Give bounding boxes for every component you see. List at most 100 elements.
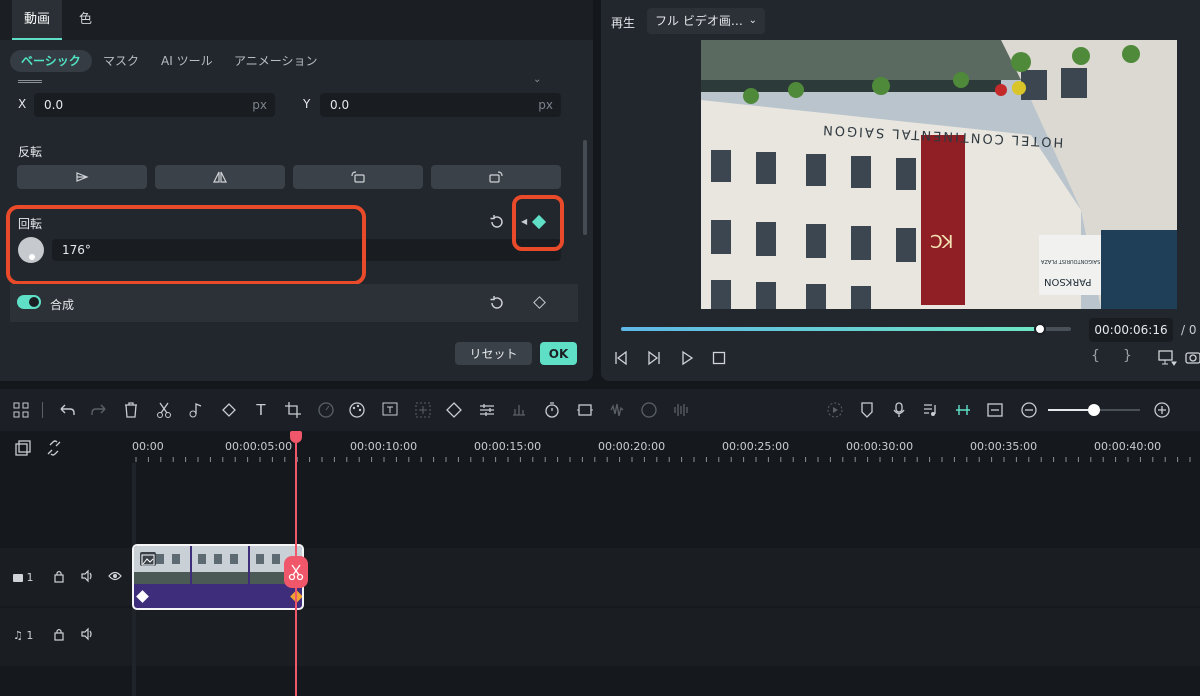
color-palette-icon[interactable] — [348, 401, 366, 419]
clip-thumbnails — [134, 546, 302, 584]
x-input[interactable]: 0.0 px — [34, 93, 275, 117]
unlink-icon[interactable] — [45, 439, 63, 457]
render-preview-icon[interactable] — [826, 401, 844, 419]
step-forward-icon[interactable] — [646, 350, 662, 366]
mark-out-icon[interactable]: } — [1123, 348, 1132, 364]
video-clip[interactable] — [132, 544, 304, 610]
mark-in-icon[interactable]: { — [1091, 348, 1100, 364]
zoom-slider-handle[interactable] — [1088, 404, 1100, 416]
flip-vertical-button[interactable] — [155, 165, 285, 189]
fit-timeline-icon[interactable] — [986, 401, 1004, 419]
ruler-label: 00:00:20:00 — [598, 440, 666, 453]
rotate-left-button[interactable] — [293, 165, 423, 189]
plaza-sign: SAIGONTOURIST PLAZA — [1041, 258, 1101, 264]
reverse-icon[interactable] — [640, 401, 658, 419]
ok-button[interactable]: OK — [540, 342, 577, 365]
video-lock-icon[interactable] — [53, 569, 65, 583]
ruler-label: 00:00:25:00 — [722, 440, 790, 453]
video-track-icon — [13, 574, 23, 582]
ruler-label: 00:00:40:00 — [1094, 440, 1162, 453]
music-list-icon[interactable] — [922, 401, 940, 419]
text-tool-icon[interactable]: T — [252, 401, 270, 419]
parkson-sign: PARKSON — [1044, 276, 1092, 287]
rotate-highlight — [6, 205, 366, 285]
audio-track-label: ♫ 1 — [13, 629, 33, 642]
x-label: X — [18, 97, 27, 111]
composite-reset-icon[interactable] — [488, 294, 506, 312]
marker-shield-icon[interactable] — [858, 401, 876, 419]
eye-icon[interactable] — [108, 570, 122, 582]
subtab-ai-tools[interactable]: AI ツール — [150, 50, 224, 72]
display-settings-icon[interactable] — [1157, 349, 1177, 367]
tag-icon[interactable] — [220, 401, 238, 419]
flip-title: 反転 — [18, 145, 43, 159]
panel-scrollbar[interactable] — [583, 140, 587, 235]
scrubber-handle[interactable] — [1033, 323, 1046, 335]
reset-button[interactable]: リセット — [455, 342, 532, 365]
snap-magnet-icon[interactable] — [954, 401, 972, 419]
snapshot-camera-icon[interactable] — [1185, 349, 1200, 365]
audio-stretch-icon[interactable] — [510, 401, 528, 419]
zoom-slider[interactable] — [1048, 404, 1140, 416]
x-unit: px — [252, 98, 267, 112]
redo-icon[interactable] — [90, 401, 108, 419]
audio-lock-icon[interactable] — [53, 627, 65, 641]
current-timecode[interactable]: 00:00:06:16 — [1089, 318, 1173, 342]
composite-toggle[interactable] — [17, 295, 41, 309]
zoom-out-icon[interactable] — [1020, 401, 1038, 419]
chevron-down-icon[interactable]: ⌄ — [533, 74, 541, 85]
y-value: 0.0 — [330, 98, 350, 112]
stop-icon[interactable] — [711, 350, 727, 366]
add-track-icon[interactable] — [14, 439, 32, 457]
waveform-icon[interactable] — [672, 401, 690, 419]
freeze-frame-icon[interactable] — [576, 401, 594, 419]
playhead-handle[interactable] — [290, 431, 302, 443]
text-box-icon[interactable] — [381, 401, 399, 419]
y-unit: px — [538, 98, 553, 112]
video-image — [701, 40, 1177, 309]
tab-video[interactable]: 動画 — [12, 0, 63, 40]
flip-vertical-icon — [213, 171, 227, 183]
scrubber-track[interactable] — [621, 323, 1071, 335]
total-timecode: / 0 — [1181, 323, 1197, 337]
play-icon[interactable] — [679, 350, 695, 366]
ruler-label: 00:00:15:00 — [474, 440, 542, 453]
video-volume-icon[interactable] — [80, 569, 94, 583]
ruler-label: 00:00:10:00 — [350, 440, 418, 453]
keyframe-tool-icon[interactable] — [445, 401, 463, 419]
quality-select[interactable]: フル ビデオ画… ⌄ — [647, 8, 765, 34]
subtab-basic[interactable]: ベーシック — [10, 50, 92, 72]
speed-icon[interactable] — [317, 401, 335, 419]
crop-icon[interactable] — [284, 401, 302, 419]
timer-icon[interactable] — [543, 401, 561, 419]
ruler-label: 00:00 — [132, 440, 164, 453]
toggle-knob — [29, 297, 39, 307]
audio-track-number: 1 — [26, 629, 34, 642]
adjust-sliders-icon[interactable] — [478, 401, 496, 419]
y-label: Y — [303, 97, 311, 111]
ai-add-icon[interactable] — [414, 401, 432, 419]
audio-volume-icon[interactable] — [80, 627, 94, 641]
rotate-reset-icon[interactable] — [488, 213, 506, 231]
clip-keyframe-start[interactable] — [136, 590, 149, 603]
y-input[interactable]: 0.0 px — [320, 93, 561, 117]
step-back-icon[interactable] — [613, 350, 629, 366]
panel-tab-bar: 動画 色 — [0, 0, 593, 40]
scrubber-fill — [621, 327, 1040, 331]
subtab-mask[interactable]: マスク — [92, 50, 150, 72]
delete-icon[interactable] — [122, 401, 140, 419]
toolbar-divider — [42, 402, 43, 418]
split-scissors-button[interactable] — [284, 556, 308, 588]
audio-detach-icon[interactable] — [187, 401, 205, 419]
audio-wave-icon[interactable] — [608, 401, 626, 419]
undo-icon[interactable] — [58, 401, 76, 419]
tab-color[interactable]: 色 — [67, 0, 104, 40]
flip-horizontal-button[interactable] — [17, 165, 147, 189]
layout-grid-icon[interactable] — [12, 401, 30, 419]
subtab-animation[interactable]: アニメーション — [223, 50, 329, 72]
rotate-right-button[interactable] — [431, 165, 561, 189]
ruler-label: 00:00:30:00 — [846, 440, 914, 453]
microphone-icon[interactable] — [890, 401, 908, 419]
zoom-in-icon[interactable] — [1153, 401, 1171, 419]
split-scissors-icon[interactable] — [155, 401, 173, 419]
